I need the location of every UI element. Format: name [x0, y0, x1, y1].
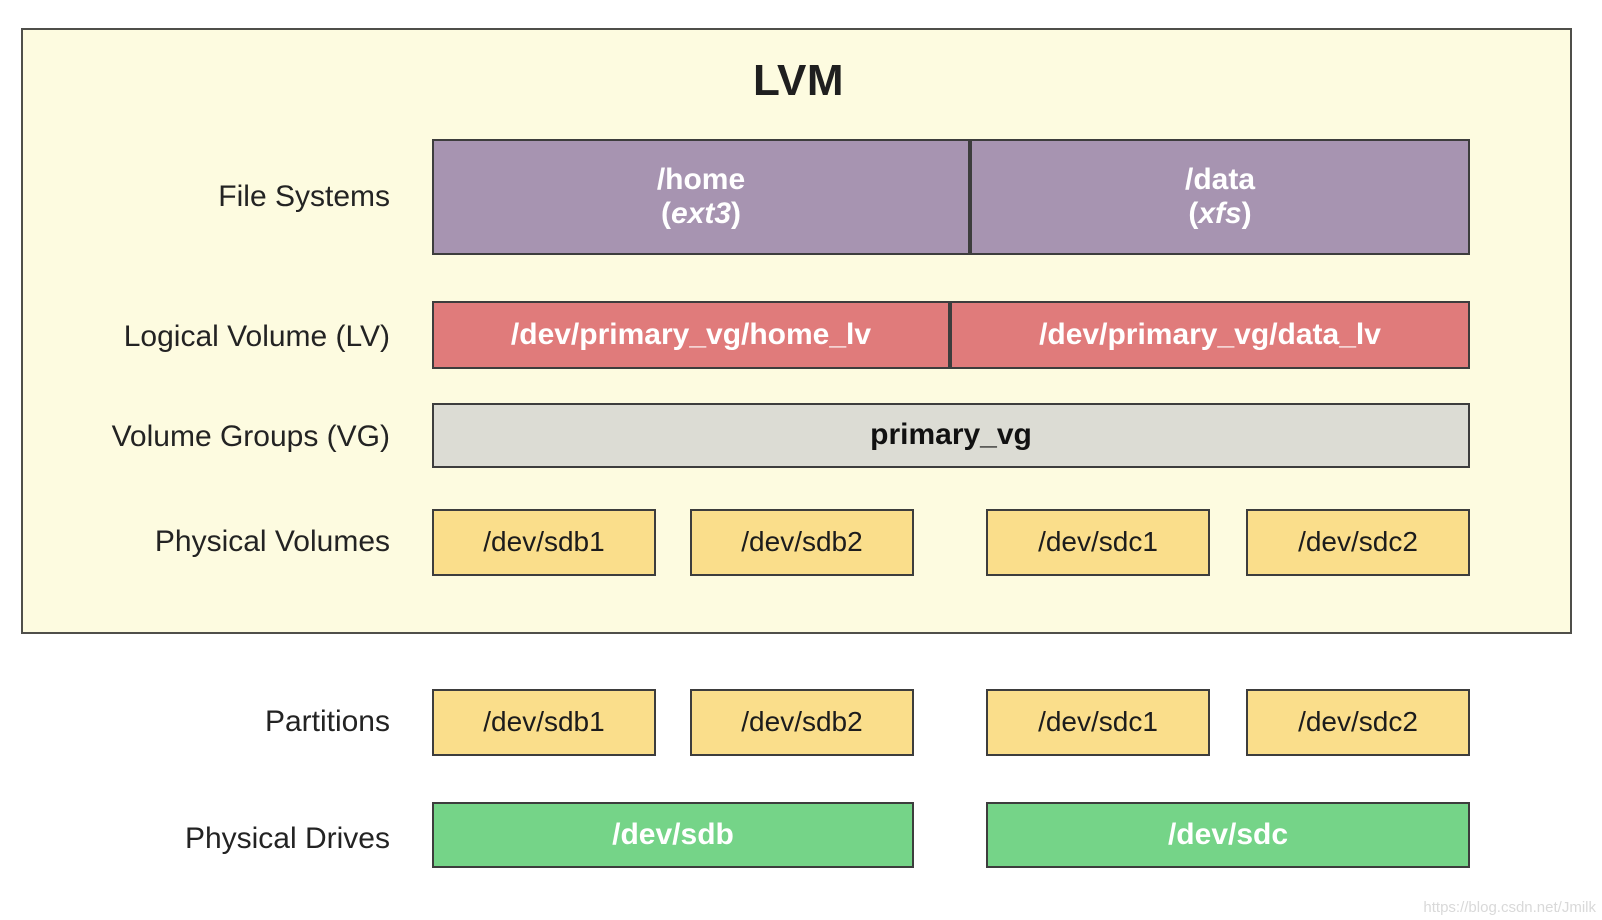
row-label-volume-groups: Volume Groups (VG) — [111, 420, 390, 453]
physical-volume-sdb1[interactable]: /dev/sdb1 — [432, 509, 656, 576]
partition-sdc1[interactable]: /dev/sdc1 — [986, 689, 1210, 756]
partition-sdb2[interactable]: /dev/sdb2 — [690, 689, 914, 756]
file-system-home-mount: /home — [656, 162, 746, 196]
physical-volume-sdc2[interactable]: /dev/sdc2 — [1246, 509, 1470, 576]
partition-sdc2[interactable]: /dev/sdc2 — [1246, 689, 1470, 756]
row-label-physical-volumes: Physical Volumes — [154, 525, 390, 558]
physical-volume-sdc1[interactable]: /dev/sdc1 — [986, 509, 1210, 576]
partition-sdb1[interactable]: /dev/sdb1 — [432, 689, 656, 756]
row-label-physical-drives: Physical Drives — [184, 822, 390, 855]
volume-group-primary-vg[interactable]: primary_vg — [432, 403, 1470, 468]
file-system-data-type: (xfs) — [1188, 197, 1252, 230]
row-label-logical-volume: Logical Volume (LV) — [123, 320, 390, 353]
row-label-partitions: Partitions — [264, 705, 390, 738]
row-label-file-systems: File Systems — [218, 180, 390, 213]
file-system-data-mount: /data — [1184, 162, 1256, 196]
file-system-home[interactable]: /home (ext3) — [432, 139, 970, 255]
logical-volume-home-lv[interactable]: /dev/primary_vg/home_lv — [432, 301, 950, 369]
file-system-home-type: (ext3) — [660, 197, 742, 230]
physical-volume-sdb2[interactable]: /dev/sdb2 — [690, 509, 914, 576]
page-title: LVM — [752, 56, 845, 105]
physical-drive-sdb[interactable]: /dev/sdb — [432, 802, 914, 868]
physical-drive-sdc[interactable]: /dev/sdc — [986, 802, 1470, 868]
watermark: https://blog.csdn.net/Jmilk — [1423, 899, 1596, 916]
lvm-architecture-diagram: LVM File Systems /home (ext3) /data (xfs… — [0, 0, 1602, 920]
file-system-data[interactable]: /data (xfs) — [970, 139, 1470, 255]
logical-volume-data-lv[interactable]: /dev/primary_vg/data_lv — [950, 301, 1470, 369]
